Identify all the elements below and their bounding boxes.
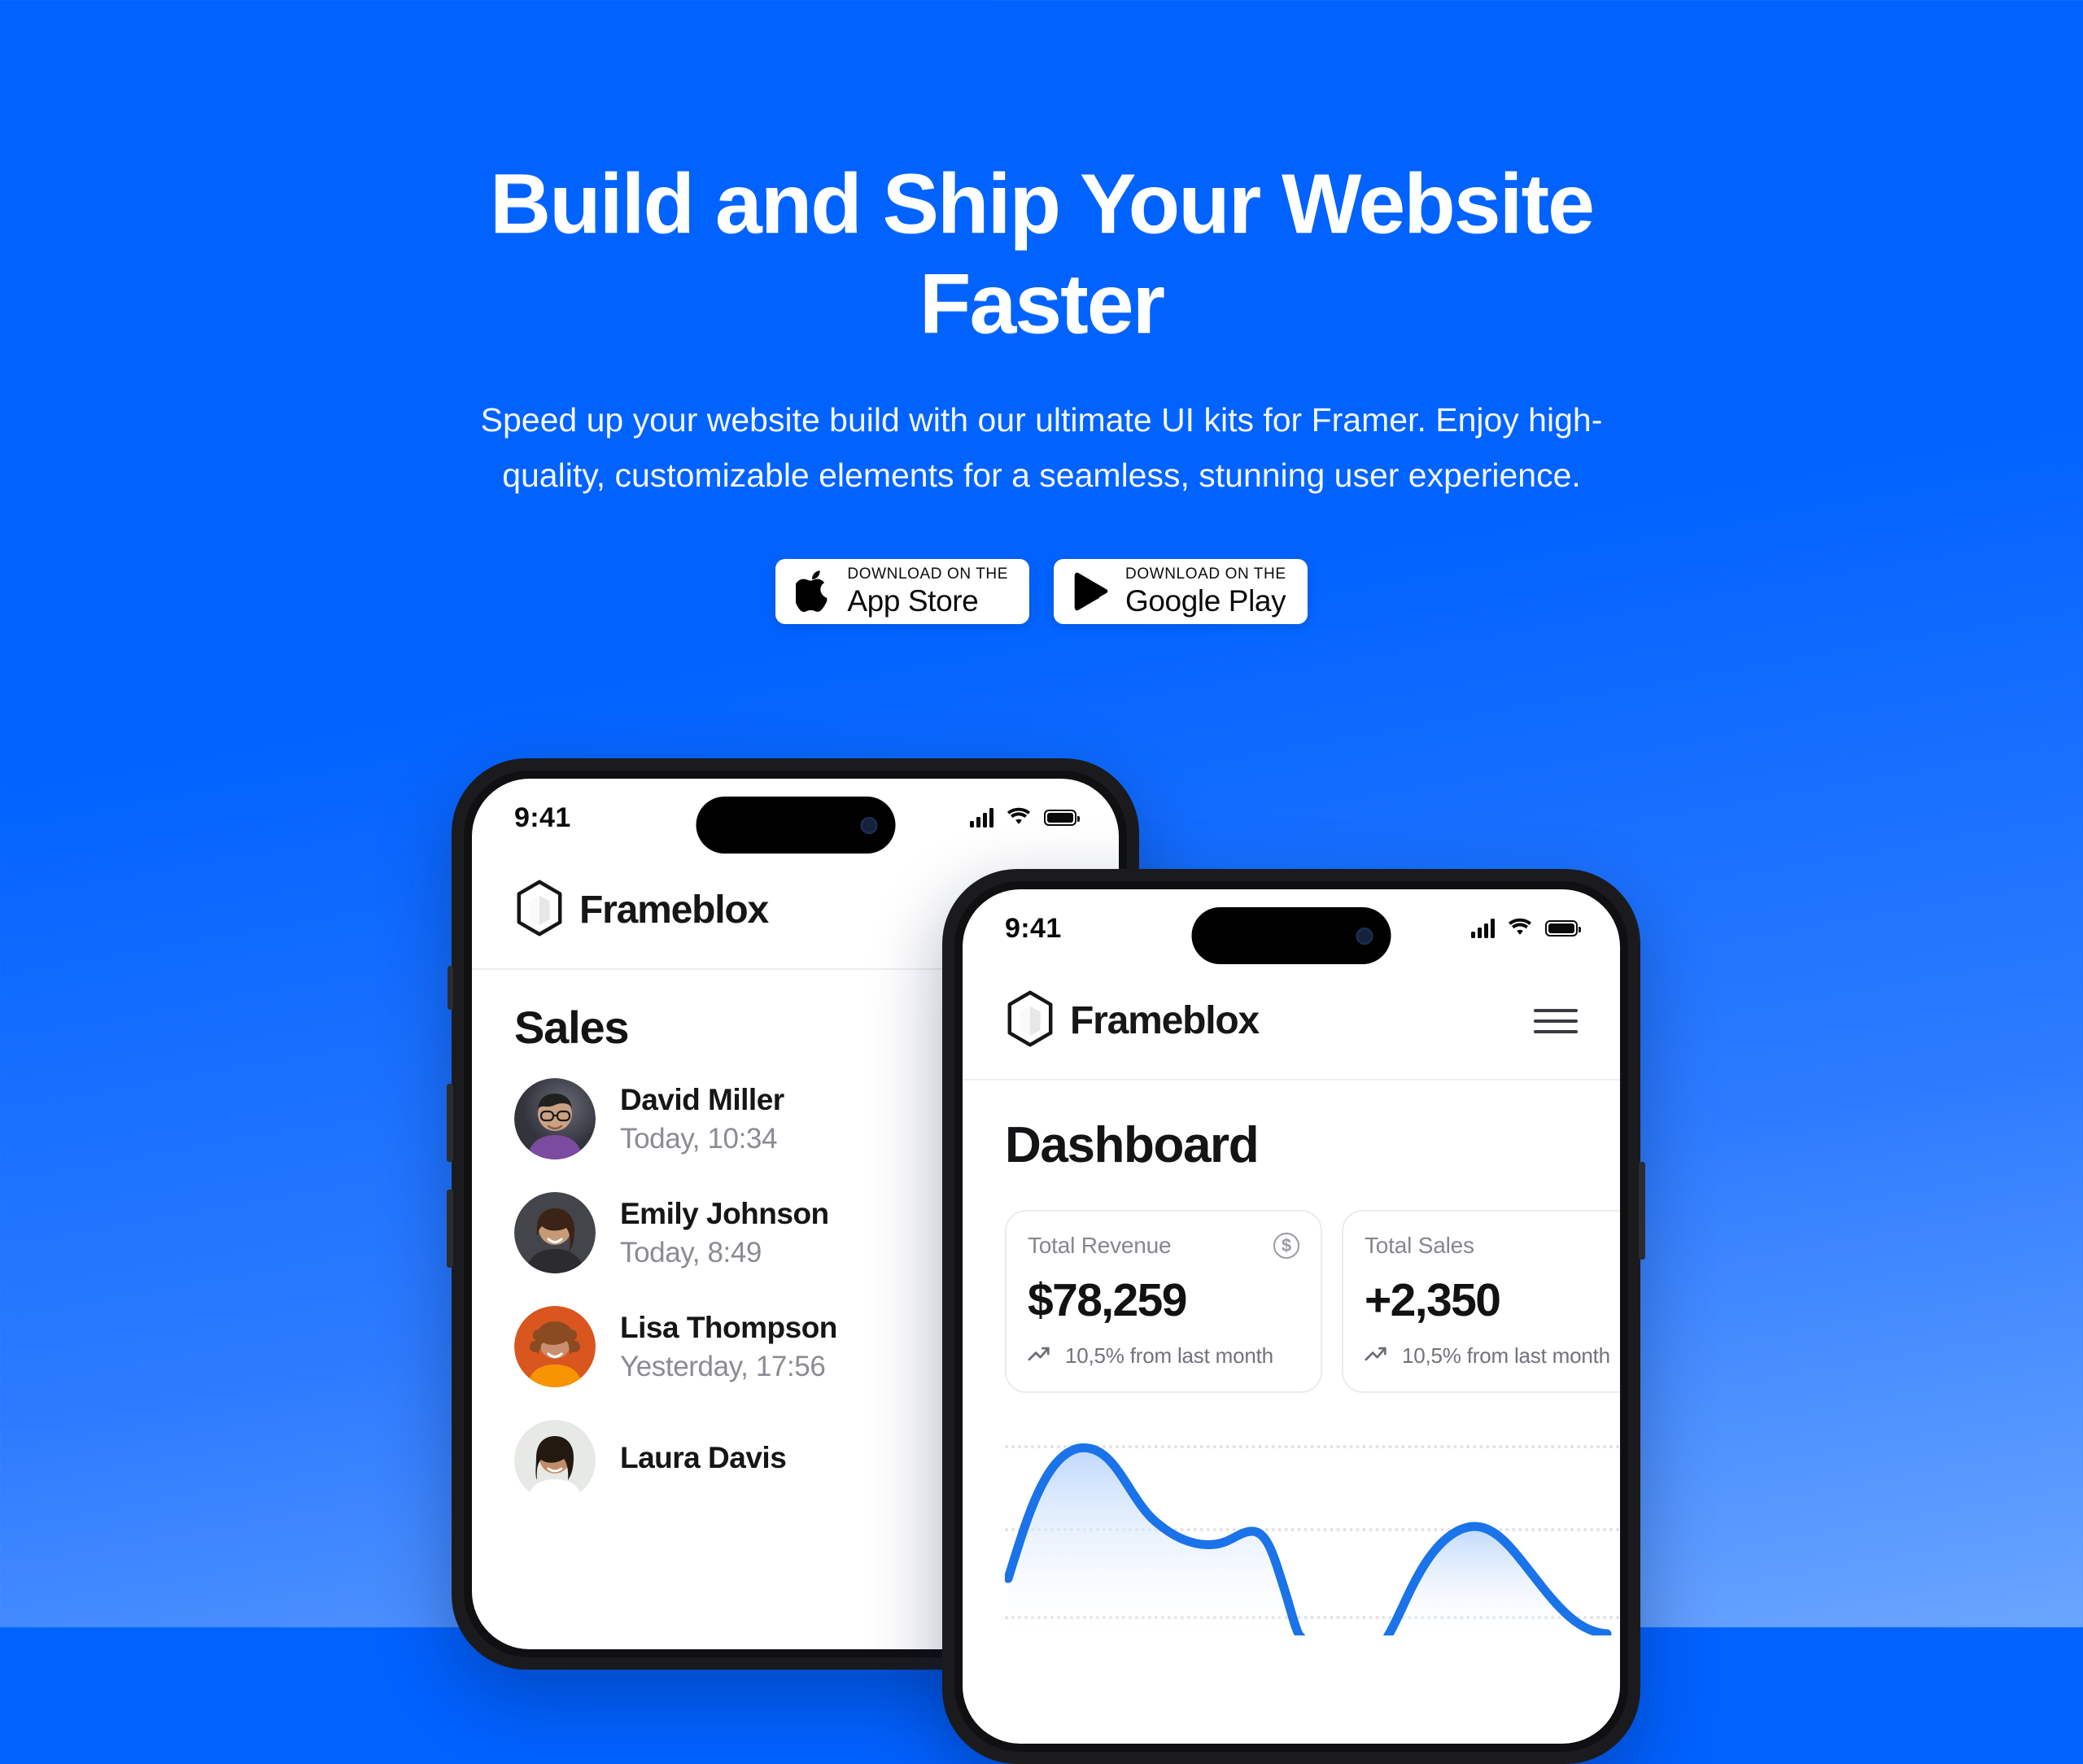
google-play-label: Google Play xyxy=(1125,584,1286,618)
brand-name: Frameblox xyxy=(1070,999,1260,1042)
avatar xyxy=(514,1192,596,1273)
front-camera-icon xyxy=(1356,927,1373,945)
brand-logo-group[interactable]: Frameblox xyxy=(514,880,769,941)
google-play-icon xyxy=(1072,569,1112,614)
list-item-time: Today, 8:49 xyxy=(620,1236,762,1268)
battery-icon xyxy=(1044,810,1080,826)
google-play-caption: DOWNLOAD ON THE xyxy=(1125,565,1286,583)
frameblox-hex-logo-icon xyxy=(1005,990,1055,1051)
list-item-time: Today, 10:34 xyxy=(620,1122,778,1155)
status-time: 9:41 xyxy=(514,801,571,833)
brand-logo-group[interactable]: Frameblox xyxy=(1005,990,1260,1051)
app-store-label: App Store xyxy=(847,584,979,618)
dollar-circle-icon: $ xyxy=(1273,1233,1299,1259)
phone2-power-button[interactable] xyxy=(1639,1162,1645,1260)
avatar xyxy=(514,1078,596,1159)
phone2-screen: 9:41 Frameblox Dashboard Total Revenue $… xyxy=(963,889,1620,1744)
apple-icon xyxy=(793,569,834,614)
brand-name: Frameblox xyxy=(579,889,769,932)
page-title: Build and Ship Your Website Faster xyxy=(490,157,1595,351)
stat-delta: 10,5% from last month xyxy=(1402,1343,1610,1368)
dynamic-island xyxy=(696,797,895,854)
phone2-status-bar: 9:41 xyxy=(963,889,1620,967)
phone1-volume-up[interactable] xyxy=(447,1084,453,1162)
trend-up-icon xyxy=(1028,1343,1055,1369)
trend-up-icon xyxy=(1365,1343,1392,1369)
phone2-app-header: Frameblox xyxy=(963,967,1620,1081)
dashboard-title: Dashboard xyxy=(1005,1117,1260,1173)
cellular-bars-icon xyxy=(1471,919,1495,938)
chart-svg xyxy=(1005,1443,1612,1635)
front-camera-icon xyxy=(860,816,877,834)
stat-cards-row: Total Revenue $ $78,259 10,5% from last … xyxy=(963,1174,1620,1393)
cellular-bars-icon xyxy=(970,808,993,827)
list-item-name: Lisa Thompson xyxy=(620,1310,837,1344)
stat-label: Total Sales xyxy=(1365,1233,1474,1258)
list-item-time: Yesterday, 17:56 xyxy=(620,1350,826,1382)
avatar xyxy=(514,1306,596,1387)
list-item-name: Laura Davis xyxy=(620,1440,787,1474)
phone1-volume-down[interactable] xyxy=(447,1190,453,1268)
stat-value: +2,350 xyxy=(1365,1274,1501,1326)
dynamic-island xyxy=(1191,907,1391,964)
google-play-button[interactable]: DOWNLOAD ON THE Google Play xyxy=(1054,558,1308,624)
stat-card-total-sales[interactable]: Total Sales +2,350 10,5% from last month xyxy=(1342,1210,1620,1393)
list-item-name: Emily Johnson xyxy=(620,1196,829,1230)
wifi-icon xyxy=(1506,916,1534,941)
phone1-status-bar: 9:41 xyxy=(472,779,1119,857)
revenue-area-chart[interactable] xyxy=(963,1424,1620,1635)
stat-delta: 10,5% from last month xyxy=(1065,1343,1273,1368)
frameblox-hex-logo-icon xyxy=(514,880,565,941)
avatar xyxy=(514,1420,596,1501)
hamburger-menu-icon[interactable] xyxy=(1534,1008,1578,1033)
wifi-icon xyxy=(1005,806,1033,830)
phone1-mute-switch[interactable] xyxy=(448,966,453,1010)
stat-card-total-revenue[interactable]: Total Revenue $ $78,259 10,5% from last … xyxy=(1005,1210,1322,1393)
battery-icon xyxy=(1545,920,1581,937)
phone-mockup-dashboard: 9:41 Frameblox Dashboard Total Revenue $… xyxy=(942,869,1645,1764)
list-item-name: David Miller xyxy=(620,1082,784,1116)
store-buttons-row: DOWNLOAD ON THE App Store DOWNLOAD ON TH… xyxy=(0,558,2083,624)
stat-label: Total Revenue xyxy=(1028,1233,1172,1258)
stat-value: $78,259 xyxy=(1028,1274,1187,1326)
app-store-caption: DOWNLOAD ON THE xyxy=(847,565,1008,583)
page-subtitle: Speed up your website build with our ult… xyxy=(480,401,1603,495)
app-store-button[interactable]: DOWNLOAD ON THE App Store xyxy=(775,558,1029,624)
hero-section: Build and Ship Your Website Faster Speed… xyxy=(0,0,2083,624)
status-time: 9:41 xyxy=(1005,912,1062,944)
